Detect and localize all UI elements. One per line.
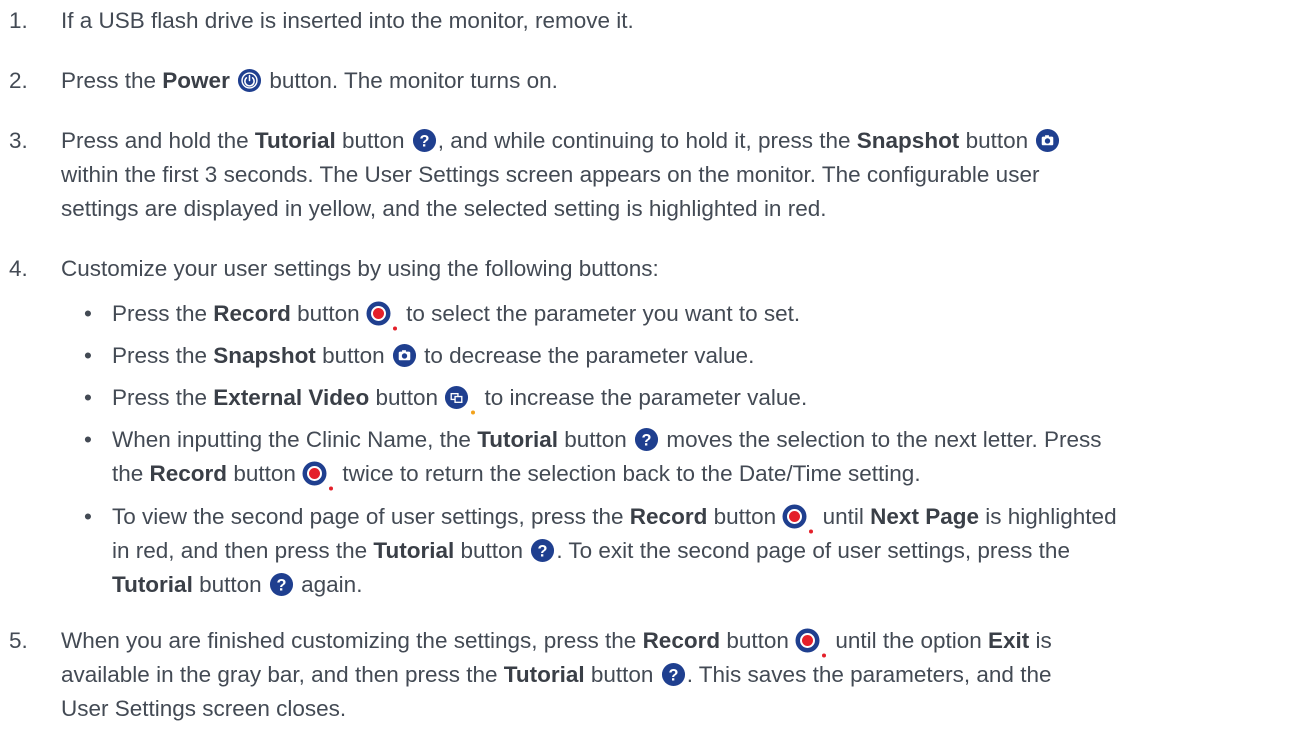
bullet-text: button [707,504,783,529]
step-text: If a USB flash drive is inserted into th… [61,8,634,33]
tutorial-label: Tutorial [254,128,336,153]
bullet-item: • Press the Record button to select the … [84,297,1304,331]
record-icon [302,461,336,491]
bullet-text: to decrease the parameter value. [417,343,755,368]
bullet-marker: • [84,301,92,326]
step-text: button [335,128,411,153]
step-text: . This saves the parameters, and the [686,662,1052,687]
step-number: 1. [9,8,28,33]
external-video-icon [444,385,478,415]
bullet-text: Press the [112,385,214,410]
step-4: 4. Customize your user settings by using… [9,252,1299,286]
bullet-text: button [558,427,634,452]
snapshot-label: Snapshot [213,343,316,368]
bullet-text: Press the [112,301,214,326]
bullet-item: • To view the second page of user settin… [84,500,1304,602]
external-video-label: External Video [213,385,370,410]
power-label: Power [162,68,230,93]
record-label: Record [149,461,228,486]
bullet-text: twice to return the selection back to th… [336,461,921,486]
step-text: button [584,662,660,687]
step-text: available in the gray bar, and then pres… [61,662,504,687]
step-text: Customize your user settings by using th… [61,256,659,281]
record-icon [366,301,400,331]
step-text: button [720,628,796,653]
bullet-marker: • [84,385,92,410]
record-label: Record [213,301,291,326]
tutorial-label: Tutorial [503,662,585,687]
question-icon [412,128,437,153]
step-text: , and while continuing to hold it, press… [437,128,857,153]
bullet-text: to select the parameter you want to set. [399,301,801,326]
step-text: is [1029,628,1052,653]
next-page-label: Next Page [870,504,979,529]
step-number: 5. [9,628,28,653]
step-number: 3. [9,128,28,153]
tutorial-label: Tutorial [373,538,455,563]
tutorial-label: Tutorial [477,427,559,452]
bullet-marker: • [84,504,92,529]
step-number: 4. [9,256,28,281]
step-3: 3. Press and hold the Tutorial button , … [9,124,1299,226]
step-text: button. The monitor turns on. [263,68,558,93]
bullet-text: . To exit the second page of user settin… [556,538,1070,563]
step-text: button [959,128,1029,153]
record-icon [782,504,816,534]
question-icon [269,572,294,597]
bullet-text: button [454,538,530,563]
question-icon [661,662,686,687]
step-text: Press and hold the [61,128,255,153]
bullet-text: to increase the parameter value. [478,385,808,410]
bullet-text: button [290,301,366,326]
exit-label: Exit [988,628,1030,653]
step-text: User Settings screen closes. [61,696,347,721]
instruction-list: 1. If a USB flash drive is inserted into… [0,0,1314,732]
power-icon [237,68,262,93]
bullet-text: To view the second page of user settings… [112,504,630,529]
step-text: When you are finished customizing the se… [61,628,643,653]
bullet-text: is highlighted [978,504,1117,529]
bullet-text: again. [294,572,363,597]
camera-icon [1035,128,1060,153]
bullet-marker: • [84,427,92,452]
step-2: 2. Press the Power button. The monitor t… [9,64,1299,98]
step-1: 1. If a USB flash drive is inserted into… [9,4,1299,38]
bullet-text: When inputting the Clinic Name, the [112,427,478,452]
bullet-text: moves the selection to the next letter. … [660,427,1102,452]
step-text: Press the [61,68,163,93]
step-number: 2. [9,68,28,93]
question-icon [634,427,659,452]
bullet-text: in red, and then press the [112,538,374,563]
bullet-item: • Press the External Video button to inc… [84,381,1304,415]
bullet-text: button [192,572,268,597]
step-text: until the option [829,628,989,653]
camera-icon [392,343,417,368]
tutorial-label: Tutorial [112,572,193,597]
record-icon [795,628,829,658]
step-text: within the first 3 seconds. The User Set… [61,162,1040,187]
bullet-item: • Press the Snapshot button to decrease … [84,339,1304,373]
bullet-marker: • [84,343,92,368]
question-icon [530,538,555,563]
snapshot-label: Snapshot [856,128,960,153]
bullet-text: Press the [112,343,214,368]
bullet-text: until [816,504,871,529]
record-label: Record [642,628,721,653]
step-5: 5. When you are finished customizing the… [9,624,1299,726]
bullet-text: button [369,385,445,410]
bullet-text: button [227,461,303,486]
bullet-text: button [315,343,391,368]
step-text: settings are displayed in yellow, and th… [61,196,827,221]
bullet-text: the [112,461,150,486]
record-label: Record [629,504,708,529]
bullet-item: • When inputting the Clinic Name, the Tu… [84,423,1304,491]
